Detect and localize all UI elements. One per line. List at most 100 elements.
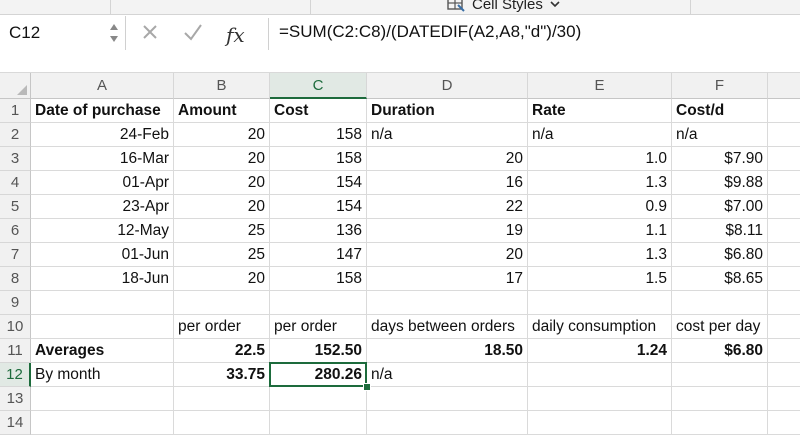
column-header-f[interactable]: F xyxy=(672,73,768,99)
row-header-14[interactable]: 14 xyxy=(0,411,31,435)
cell-e9[interactable] xyxy=(528,291,672,315)
cell-d14[interactable] xyxy=(367,411,528,435)
cell-e3[interactable]: 1.0 xyxy=(528,147,672,171)
cell-a3[interactable]: 16-Mar xyxy=(31,147,174,171)
cell-g13[interactable] xyxy=(768,387,800,411)
cell-b1[interactable]: Amount xyxy=(174,99,270,123)
column-header-c[interactable]: C xyxy=(270,73,367,99)
cell-f1[interactable]: Cost/d xyxy=(672,99,768,123)
row-header-4[interactable]: 4 xyxy=(0,171,31,195)
cell-a11[interactable]: Averages xyxy=(31,339,174,363)
cell-b5[interactable]: 20 xyxy=(174,195,270,219)
cell-c14[interactable] xyxy=(270,411,367,435)
cell-c3[interactable]: 158 xyxy=(270,147,367,171)
column-header-d[interactable]: D xyxy=(367,73,528,99)
column-header-e[interactable]: E xyxy=(528,73,672,99)
cell-a14[interactable] xyxy=(31,411,174,435)
row-header-8[interactable]: 8 xyxy=(0,267,31,291)
cell-e14[interactable] xyxy=(528,411,672,435)
cell-e1[interactable]: Rate xyxy=(528,99,672,123)
cell-f12[interactable] xyxy=(672,363,768,387)
cell-f9[interactable] xyxy=(672,291,768,315)
cell-a13[interactable] xyxy=(31,387,174,411)
cell-c4[interactable]: 154 xyxy=(270,171,367,195)
cell-b4[interactable]: 20 xyxy=(174,171,270,195)
select-all-button[interactable] xyxy=(0,73,31,99)
cell-d4[interactable]: 16 xyxy=(367,171,528,195)
row-header-1[interactable]: 1 xyxy=(0,99,31,123)
cell-g2[interactable] xyxy=(768,123,800,147)
cell-a7[interactable]: 01-Jun xyxy=(31,243,174,267)
cell-d12[interactable]: n/a xyxy=(367,363,528,387)
cell-d8[interactable]: 17 xyxy=(367,267,528,291)
cell-g4[interactable] xyxy=(768,171,800,195)
cell-e2[interactable]: n/a xyxy=(528,123,672,147)
column-header-a[interactable]: A xyxy=(31,73,174,99)
cell-b3[interactable]: 20 xyxy=(174,147,270,171)
cell-d11[interactable]: 18.50 xyxy=(367,339,528,363)
cell-e4[interactable]: 1.3 xyxy=(528,171,672,195)
cell-c5[interactable]: 154 xyxy=(270,195,367,219)
cell-g10[interactable] xyxy=(768,315,800,339)
cell-e11[interactable]: 1.24 xyxy=(528,339,672,363)
cell-g11[interactable] xyxy=(768,339,800,363)
cell-e13[interactable] xyxy=(528,387,672,411)
cell-c9[interactable] xyxy=(270,291,367,315)
cell-e8[interactable]: 1.5 xyxy=(528,267,672,291)
row-header-13[interactable]: 13 xyxy=(0,387,31,411)
cell-styles-button[interactable]: Cell Styles xyxy=(446,0,561,14)
cell-e5[interactable]: 0.9 xyxy=(528,195,672,219)
cell-d3[interactable]: 20 xyxy=(367,147,528,171)
cell-a5[interactable]: 23-Apr xyxy=(31,195,174,219)
cell-a2[interactable]: 24-Feb xyxy=(31,123,174,147)
cell-g9[interactable] xyxy=(768,291,800,315)
cell-a8[interactable]: 18-Jun xyxy=(31,267,174,291)
row-header-12[interactable]: 12 xyxy=(0,363,31,387)
cell-g3[interactable] xyxy=(768,147,800,171)
fx-icon[interactable]: fx xyxy=(226,23,245,47)
cell-e10[interactable]: daily consumption xyxy=(528,315,672,339)
cell-c12[interactable]: 280.26 xyxy=(270,363,367,387)
cell-b8[interactable]: 20 xyxy=(174,267,270,291)
cell-f10[interactable]: cost per day xyxy=(672,315,768,339)
cell-b12[interactable]: 33.75 xyxy=(174,363,270,387)
cell-c2[interactable]: 158 xyxy=(270,123,367,147)
cell-a9[interactable] xyxy=(31,291,174,315)
cell-f3[interactable]: $7.90 xyxy=(672,147,768,171)
cell-g6[interactable] xyxy=(768,219,800,243)
cell-b9[interactable] xyxy=(174,291,270,315)
cell-c7[interactable]: 147 xyxy=(270,243,367,267)
cell-e7[interactable]: 1.3 xyxy=(528,243,672,267)
cell-d6[interactable]: 19 xyxy=(367,219,528,243)
cell-f14[interactable] xyxy=(672,411,768,435)
cell-a4[interactable]: 01-Apr xyxy=(31,171,174,195)
cell-a10[interactable] xyxy=(31,315,174,339)
cell-f7[interactable]: $6.80 xyxy=(672,243,768,267)
column-header-g[interactable] xyxy=(768,73,800,99)
cell-d2[interactable]: n/a xyxy=(367,123,528,147)
cell-g1[interactable] xyxy=(768,99,800,123)
cell-f5[interactable]: $7.00 xyxy=(672,195,768,219)
row-header-7[interactable]: 7 xyxy=(0,243,31,267)
column-header-b[interactable]: B xyxy=(174,73,270,99)
cell-a6[interactable]: 12-May xyxy=(31,219,174,243)
cell-g12[interactable] xyxy=(768,363,800,387)
cell-d5[interactable]: 22 xyxy=(367,195,528,219)
cell-c10[interactable]: per order xyxy=(270,315,367,339)
cell-c6[interactable]: 136 xyxy=(270,219,367,243)
cell-f8[interactable]: $8.65 xyxy=(672,267,768,291)
check-icon[interactable] xyxy=(182,22,204,48)
x-icon[interactable] xyxy=(140,22,160,48)
cell-b2[interactable]: 20 xyxy=(174,123,270,147)
cell-b10[interactable]: per order xyxy=(174,315,270,339)
cell-g14[interactable] xyxy=(768,411,800,435)
cell-f13[interactable] xyxy=(672,387,768,411)
cell-b13[interactable] xyxy=(174,387,270,411)
cell-c11[interactable]: 152.50 xyxy=(270,339,367,363)
cell-g8[interactable] xyxy=(768,267,800,291)
cell-a12[interactable]: By month xyxy=(31,363,174,387)
cell-d7[interactable]: 20 xyxy=(367,243,528,267)
cell-e6[interactable]: 1.1 xyxy=(528,219,672,243)
cell-b11[interactable]: 22.5 xyxy=(174,339,270,363)
cell-c1[interactable]: Cost xyxy=(270,99,367,123)
